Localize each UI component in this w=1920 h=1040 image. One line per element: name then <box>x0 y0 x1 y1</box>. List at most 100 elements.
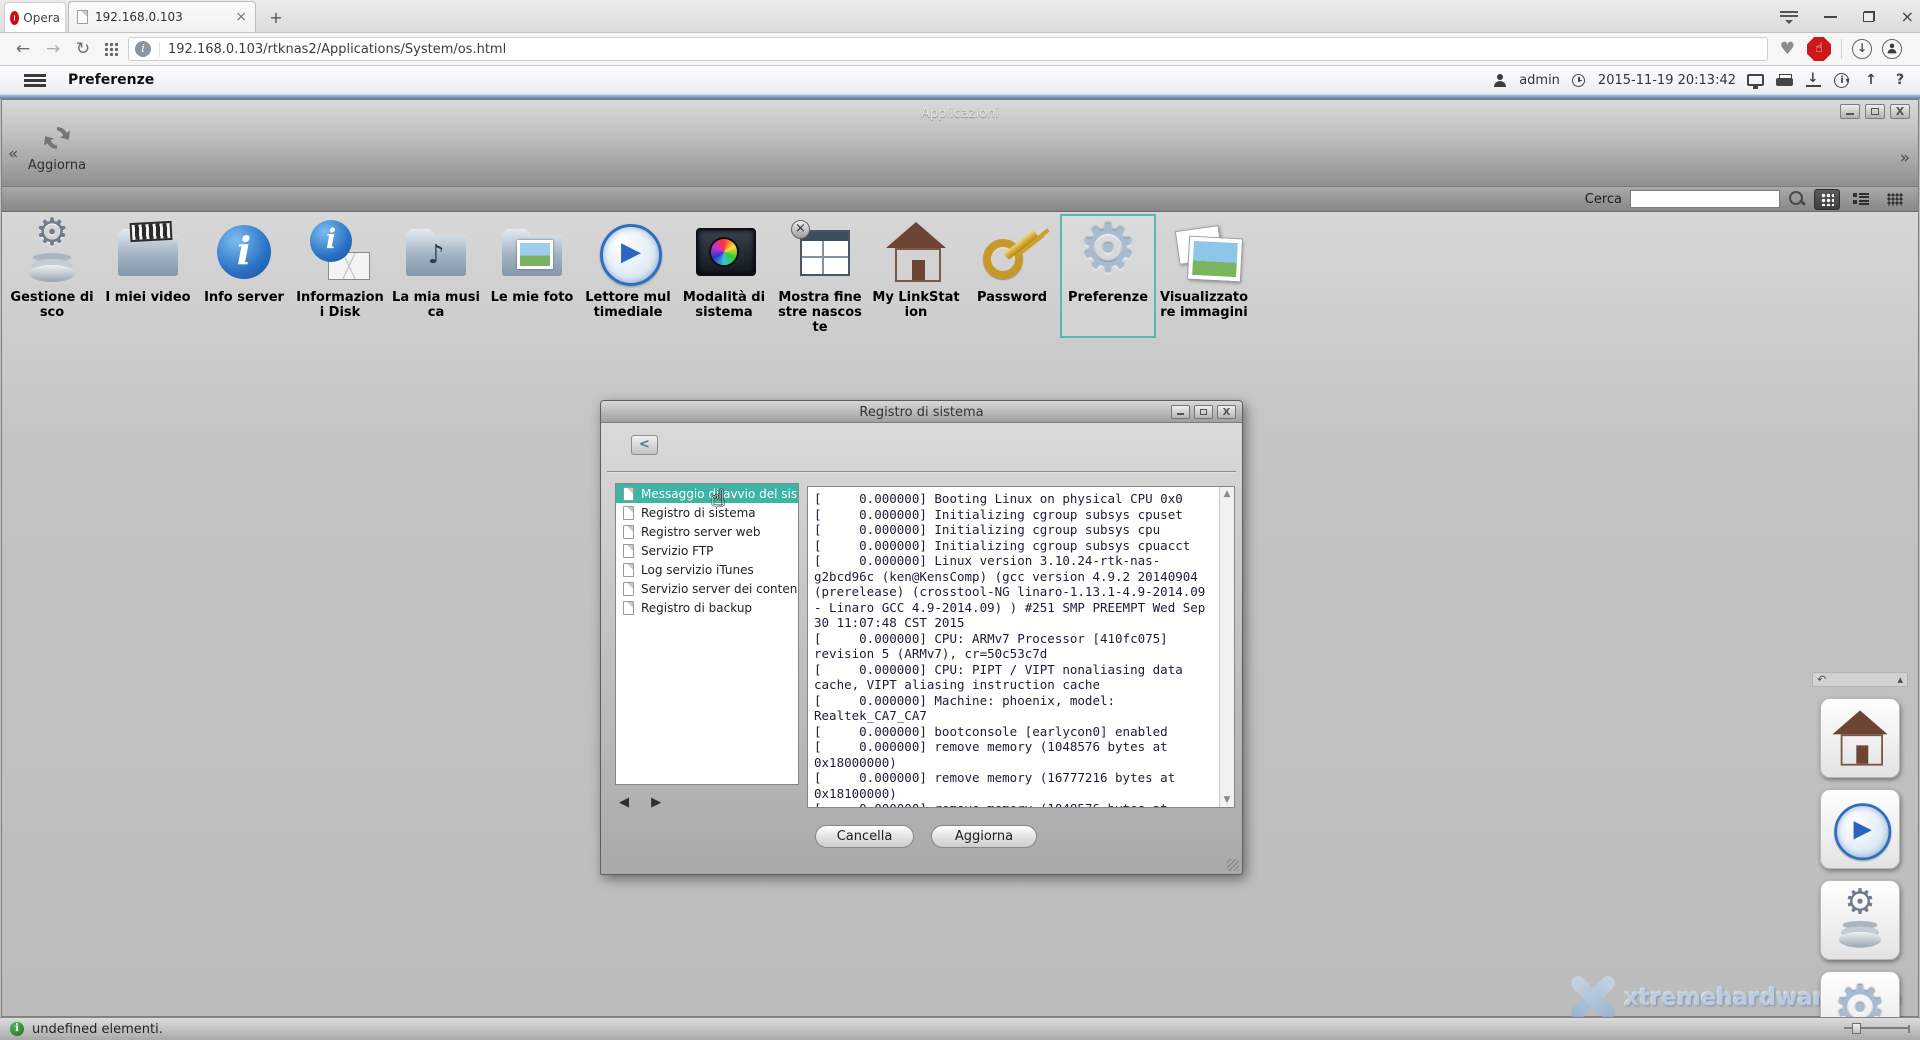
search-icon[interactable] <box>1788 190 1806 208</box>
folder-photo-icon <box>500 220 564 284</box>
dock-tile[interactable] <box>1820 789 1900 869</box>
list-pager[interactable]: ◀ ▶ <box>619 795 670 810</box>
cancel-button[interactable]: Cancella <box>815 825 914 848</box>
back-icon[interactable]: ← <box>8 39 38 59</box>
zoom-slider-handle[interactable] <box>1852 1023 1861 1034</box>
log-category-item[interactable]: Registro server web <box>616 522 798 541</box>
log-category-label: Servizio server dei contenut <box>641 582 799 596</box>
window-close-icon[interactable]: × <box>1901 10 1914 24</box>
collapse-right-arrow[interactable]: » <box>1900 148 1910 168</box>
log-category-item[interactable]: Servizio server dei contenut <box>616 579 798 598</box>
status-info-icon: i <box>10 1022 24 1036</box>
log-category-item[interactable]: Log servizio iTunes <box>616 560 798 579</box>
app-tile[interactable]: Gestione di sco <box>4 214 100 338</box>
zoom-slider[interactable] <box>1844 1027 1910 1032</box>
eject-icon[interactable]: ↑ <box>1861 72 1881 88</box>
app-tile[interactable]: I miei video <box>100 214 196 338</box>
app-tile[interactable]: Mostra fine stre nascos te <box>772 214 868 338</box>
log-category-label: Registro server web <box>641 525 761 539</box>
applications-window-top: Applicazioni X « » Aggiorna <box>2 100 1918 187</box>
app-window-close-button[interactable]: X <box>1890 104 1910 119</box>
hamburger-menu-icon[interactable] <box>24 74 46 87</box>
profile-icon[interactable] <box>1882 39 1902 59</box>
app-tile[interactable]: Le mie foto <box>484 214 580 338</box>
url-text[interactable]: 192.168.0.103/rtknas2/Applications/Syste… <box>159 42 506 57</box>
download-icon[interactable]: ↓ <box>1806 73 1821 87</box>
tab-close-icon[interactable]: × <box>235 10 247 24</box>
refresh-button[interactable]: Aggiorna <box>931 825 1037 848</box>
scroll-up-icon[interactable]: ▲ <box>1220 489 1234 499</box>
app-tile[interactable]: Modalità di sistema <box>676 214 772 338</box>
nas-menubar: Preferenze admin 2015-11-19 20:13:42 ↓ i… <box>0 66 1920 94</box>
log-text[interactable]: [ 0.000000] Booting Linux on physical CP… <box>808 487 1219 807</box>
display-icon[interactable] <box>1747 74 1764 86</box>
app-window-minimize-button[interactable] <box>1840 104 1860 119</box>
app-tile[interactable]: Preferenze <box>1060 214 1156 338</box>
search-input[interactable] <box>1630 190 1780 208</box>
view-grid-button[interactable] <box>1814 189 1840 210</box>
view-list-button[interactable] <box>1848 189 1874 210</box>
log-category-item[interactable]: Registro di backup <box>616 598 798 617</box>
downloads-icon[interactable]: ↓ <box>1852 39 1872 59</box>
app-tile[interactable]: Informazion i Disk <box>292 214 388 338</box>
log-category-label: Servizio FTP <box>641 544 713 558</box>
search-label: Cerca <box>1585 192 1622 207</box>
house-icon <box>884 220 948 284</box>
dock-tile[interactable] <box>1820 698 1900 778</box>
adblock-hand-icon[interactable]: ☝ <box>1807 37 1831 61</box>
window-minimize-icon[interactable] <box>1824 16 1837 18</box>
window-restore-icon[interactable] <box>1863 11 1875 22</box>
grid-view-icon <box>1821 193 1834 206</box>
log-scrollbar[interactable]: ▲ ▼ <box>1219 487 1234 807</box>
dock-collapse-icon[interactable]: ▴ <box>1897 673 1903 686</box>
reload-icon[interactable]: ↻ <box>68 39 98 59</box>
app-tile[interactable]: Lettore mul timediale <box>580 214 676 338</box>
logged-user[interactable]: admin <box>1519 73 1560 88</box>
file-icon <box>623 487 634 501</box>
scroll-down-icon[interactable]: ▼ <box>1220 795 1234 805</box>
media-player-icon <box>1831 800 1890 859</box>
tab-title: 192.168.0.103 <box>95 10 228 24</box>
dialog-maximize-button[interactable] <box>1194 405 1213 419</box>
page-title: Preferenze <box>68 72 154 88</box>
new-tab-button[interactable]: + <box>262 6 290 30</box>
site-info-icon[interactable]: i <box>135 41 151 57</box>
app-tile[interactable]: Visualizzato re immagini <box>1156 214 1252 338</box>
user-icon <box>1494 74 1506 87</box>
opera-menu-button[interactable]: Opera <box>4 2 66 32</box>
resize-grip[interactable] <box>1227 859 1239 871</box>
dialog-minimize-button[interactable] <box>1171 405 1190 419</box>
url-field[interactable]: i 192.168.0.103/rtknas2/Applications/Sys… <box>128 37 1768 61</box>
app-label: I miei video <box>102 290 194 305</box>
app-window-maximize-button[interactable] <box>1865 104 1885 119</box>
refresh-tool-label: Aggiorna <box>22 158 92 173</box>
dialog-titlebar[interactable]: Registro di sistema X <box>601 401 1242 423</box>
app-label: Visualizzato re immagini <box>1158 290 1250 320</box>
preferences-gear-icon <box>1076 220 1140 284</box>
dock-tile[interactable] <box>1820 880 1900 960</box>
log-category-item[interactable]: Messaggio di avvio del siste <box>616 484 798 503</box>
app-tile[interactable]: Info server <box>196 214 292 338</box>
addressbar-separator <box>1841 39 1842 59</box>
view-detail-button[interactable] <box>1882 189 1908 210</box>
datetime-text: 2015-11-19 20:13:42 <box>1598 73 1736 88</box>
refresh-tool-button[interactable]: Aggiorna <box>22 122 92 173</box>
opera-logo-icon <box>10 11 19 25</box>
app-tile[interactable]: My LinkStat ion <box>868 214 964 338</box>
forward-icon[interactable]: → <box>38 39 68 59</box>
bookmark-heart-icon[interactable]: ♥ <box>1780 39 1795 59</box>
dialog-back-button[interactable]: < <box>631 435 658 455</box>
browser-tab[interactable]: 192.168.0.103 × <box>68 1 256 32</box>
log-category-item[interactable]: Servizio FTP <box>616 541 798 560</box>
collapse-left-arrow[interactable]: « <box>8 144 18 164</box>
log-category-list: Messaggio di avvio del siste Registro di… <box>615 483 799 785</box>
speed-dial-icon[interactable] <box>104 42 118 56</box>
app-tile[interactable]: La mia musi ca <box>388 214 484 338</box>
dialog-close-button[interactable]: X <box>1217 405 1236 419</box>
app-tile[interactable]: Password <box>964 214 1060 338</box>
log-category-item[interactable]: Registro di sistema <box>616 503 798 522</box>
tab-menu-icon[interactable] <box>1780 11 1798 23</box>
dock-undo-icon[interactable]: ↶ <box>1817 673 1826 686</box>
printer-icon[interactable] <box>1776 74 1793 87</box>
help-icon[interactable]: ? <box>1890 72 1910 88</box>
